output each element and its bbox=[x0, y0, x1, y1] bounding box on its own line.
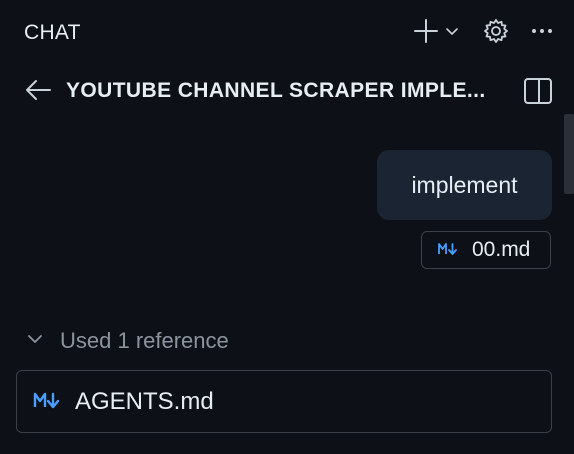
toggle-panel-button[interactable] bbox=[523, 77, 553, 110]
chat-title: CHAT bbox=[24, 21, 81, 44]
markdown-icon bbox=[438, 238, 458, 262]
markdown-icon bbox=[33, 388, 61, 416]
session-title: YOUTUBE CHANNEL SCRAPER IMPLE... bbox=[66, 79, 486, 102]
attached-file-label: 00.md bbox=[472, 238, 531, 261]
user-message-bubble: implement bbox=[377, 150, 552, 220]
new-chat-button[interactable] bbox=[412, 17, 460, 50]
settings-button[interactable] bbox=[482, 17, 510, 50]
more-actions-button[interactable] bbox=[530, 19, 554, 48]
reference-item-label: AGENTS.md bbox=[75, 387, 214, 415]
reference-item[interactable]: AGENTS.md bbox=[16, 370, 552, 433]
arrow-left-icon bbox=[24, 78, 52, 107]
chevron-down-icon[interactable] bbox=[444, 23, 460, 44]
plus-icon bbox=[412, 17, 440, 50]
chevron-down-icon bbox=[26, 328, 44, 354]
scrollbar-thumb[interactable] bbox=[564, 114, 574, 194]
references-toggle[interactable]: Used 1 reference bbox=[26, 328, 229, 354]
chat-header: CHAT bbox=[0, 0, 574, 66]
session-titlebar: YOUTUBE CHANNEL SCRAPER IMPLE... bbox=[0, 66, 574, 114]
back-button[interactable] bbox=[24, 78, 52, 107]
references-label: Used 1 reference bbox=[60, 328, 229, 353]
attached-file-chip[interactable]: 00.md bbox=[421, 231, 551, 269]
more-icon bbox=[530, 19, 554, 48]
gear-icon bbox=[482, 17, 510, 50]
panel-icon bbox=[523, 77, 553, 110]
header-actions bbox=[412, 17, 554, 50]
